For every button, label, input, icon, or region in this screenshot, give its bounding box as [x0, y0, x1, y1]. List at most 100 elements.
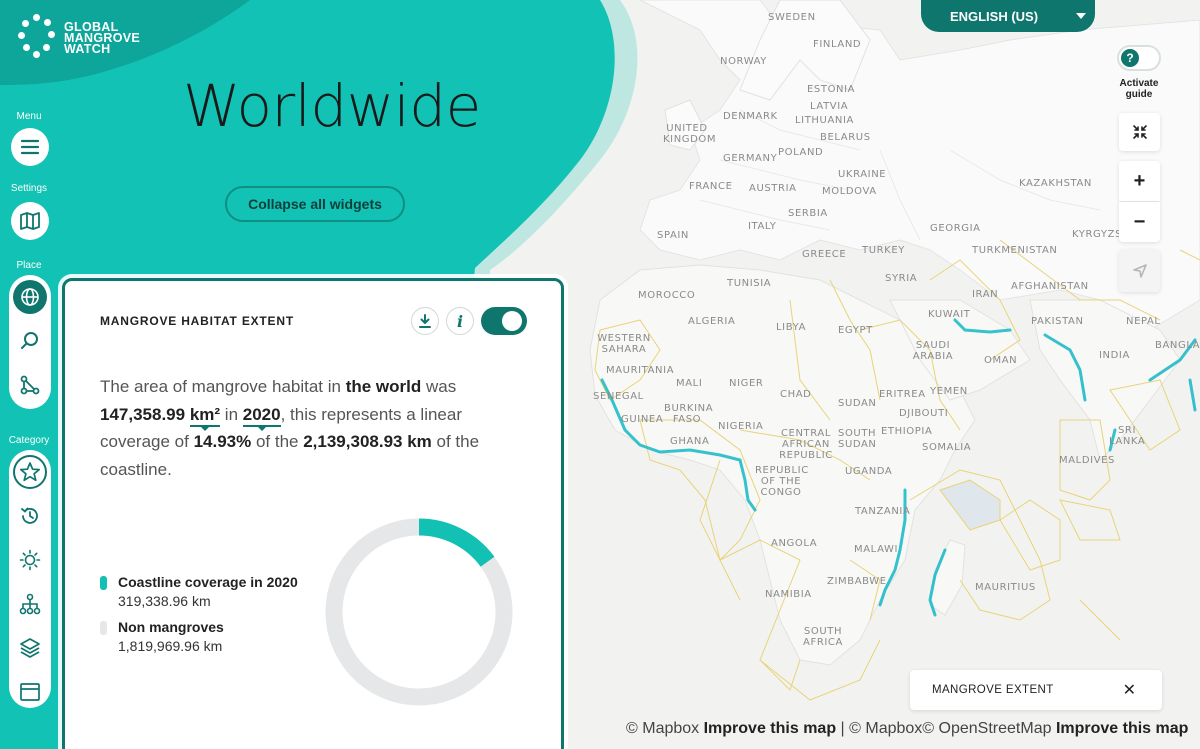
category-contextual-button[interactable]	[9, 670, 51, 714]
history-icon	[21, 507, 38, 524]
osm-credit[interactable]: © OpenStreetMap	[922, 720, 1051, 737]
map-label: ETHIOPIA	[881, 426, 933, 437]
menu-label: Menu	[16, 111, 42, 122]
category-restoration-button[interactable]	[9, 494, 51, 538]
summary-coastline: 2,139,308.93 km	[303, 432, 432, 451]
summary-text: of the	[251, 432, 304, 451]
map-label: BELARUS	[820, 132, 871, 143]
map-label: NEPAL	[1126, 316, 1161, 327]
map-settings-button[interactable]	[11, 202, 49, 240]
map-label: REPUBLIC OF THE CONGO	[755, 465, 809, 498]
map-label: FRANCE	[689, 181, 733, 192]
fullscreen-button[interactable]	[1119, 113, 1160, 151]
worldwide-button[interactable]	[9, 275, 51, 319]
map-label: DJIBOUTI	[899, 408, 949, 419]
language-selector[interactable]: ENGLISH (US)	[921, 0, 1095, 32]
map-label: LATVIA	[810, 101, 849, 112]
category-climate-button[interactable]	[9, 538, 51, 582]
map-label: GHANA	[670, 436, 710, 447]
map-label: TURKEY	[862, 245, 905, 256]
legend-swatch	[100, 621, 107, 635]
zoom-out-button[interactable]: −	[1119, 202, 1160, 242]
place-label: Place	[16, 260, 42, 271]
map-label: INDIA	[1099, 350, 1130, 361]
map-label: BURKINA FASO	[664, 403, 714, 425]
map-label: SOUTH SUDAN	[838, 428, 877, 450]
summary-area-value: 147,358.99	[100, 404, 186, 424]
hierarchy-icon	[19, 593, 41, 615]
map-label: CENTRAL AFRICAN REPUBLIC	[779, 428, 833, 461]
improve-map-link[interactable]: Improve this map	[704, 720, 836, 737]
legend-value: 1,819,969.96 km	[118, 638, 223, 654]
map-label: FINLAND	[813, 39, 862, 50]
map-label: UGANDA	[845, 466, 893, 477]
map-label: AFGHANISTAN	[1011, 281, 1089, 292]
attribution-separator: |	[836, 720, 850, 737]
category-label: Category	[8, 435, 50, 446]
widget-title[interactable]: MANGROVE HABITAT EXTENT	[100, 314, 294, 328]
map-label: PAKISTAN	[1031, 316, 1084, 327]
map-label: ITALY	[748, 221, 777, 232]
app-logo[interactable]: GLOBAL MANGROVE WATCH	[18, 14, 140, 62]
category-group	[9, 450, 51, 708]
category-layers-button[interactable]	[9, 626, 51, 670]
guide-label: Activate guide	[1119, 78, 1159, 100]
map-icon	[20, 212, 40, 230]
download-button[interactable]	[411, 307, 439, 335]
active-layer-panel: MANGROVE EXTENT ✕	[910, 670, 1162, 710]
map-label: OMAN	[984, 355, 1018, 366]
legend-swatch	[100, 576, 107, 590]
map-label: ALGERIA	[688, 316, 736, 327]
globe-icon	[21, 288, 39, 306]
year-selector[interactable]: 2020	[242, 404, 281, 427]
map-label: CHAD	[780, 389, 812, 400]
map-label: TANZANIA	[855, 506, 911, 517]
active-layer-label: MANGROVE EXTENT	[932, 684, 1054, 696]
map-label: BANGLADES	[1155, 340, 1200, 351]
info-button[interactable]: i	[446, 307, 474, 335]
map-label: ERITREA	[879, 389, 926, 400]
map-label: KAZAKHSTAN	[1019, 178, 1092, 189]
map-label: NIGER	[729, 378, 764, 389]
legend-label: Non mangroves	[118, 619, 224, 635]
map-label: NORWAY	[720, 56, 768, 67]
layer-visibility-toggle[interactable]	[481, 307, 527, 335]
category-highlights-button[interactable]	[9, 450, 51, 494]
improve-map-link[interactable]: Improve this map	[1056, 720, 1188, 737]
locate-button[interactable]	[1119, 250, 1160, 292]
close-icon[interactable]: ✕	[1123, 680, 1136, 700]
mapbox-credit[interactable]: © Mapbox	[849, 720, 922, 737]
search-place-button[interactable]	[9, 319, 51, 363]
mapbox-credit[interactable]: © Mapbox	[626, 720, 699, 737]
zoom-in-button[interactable]: +	[1119, 161, 1160, 201]
map-attribution: © Mapbox Improve this map | © Mapbox© Op…	[626, 720, 1188, 738]
map-label: SPAIN	[657, 230, 690, 241]
map-label: MAURITANIA	[606, 365, 675, 376]
unit-selector[interactable]: km²	[189, 404, 221, 427]
map-label: UNITED KINGDOM	[663, 123, 717, 145]
map-label: UKRAINE	[838, 169, 887, 180]
map-label: MOROCCO	[638, 290, 696, 301]
map-label: LITHUANIA	[795, 115, 854, 126]
menu-button[interactable]	[11, 128, 49, 166]
sun-icon	[19, 549, 41, 571]
map-label: SAUDI ARABIA	[912, 340, 954, 362]
map-label: MOLDOVA	[822, 186, 877, 197]
map-label: ESTONIA	[807, 84, 856, 95]
custom-area-button[interactable]	[9, 363, 51, 407]
guide-toggle[interactable]: ?	[1117, 45, 1161, 71]
legend-value: 319,338.96 km	[118, 593, 211, 609]
mangrove-extent-widget: MANGROVE HABITAT EXTENT i The area of ma…	[62, 278, 564, 749]
layers-icon	[20, 638, 40, 658]
map-label: POLAND	[778, 147, 824, 158]
summary-text: in	[220, 404, 243, 424]
donut-slice-coastline-coverage[interactable]	[418, 518, 495, 567]
summary-text: was	[421, 377, 457, 396]
question-icon: ?	[1121, 49, 1139, 67]
collapse-widgets-button[interactable]: Collapse all widgets	[225, 186, 405, 222]
star-icon	[19, 462, 41, 482]
category-ecosystem-button[interactable]	[9, 582, 51, 626]
logo-text-line: WATCH	[64, 41, 111, 56]
settings-label: Settings	[10, 183, 48, 194]
map-label: SRI LANKA	[1109, 425, 1146, 447]
